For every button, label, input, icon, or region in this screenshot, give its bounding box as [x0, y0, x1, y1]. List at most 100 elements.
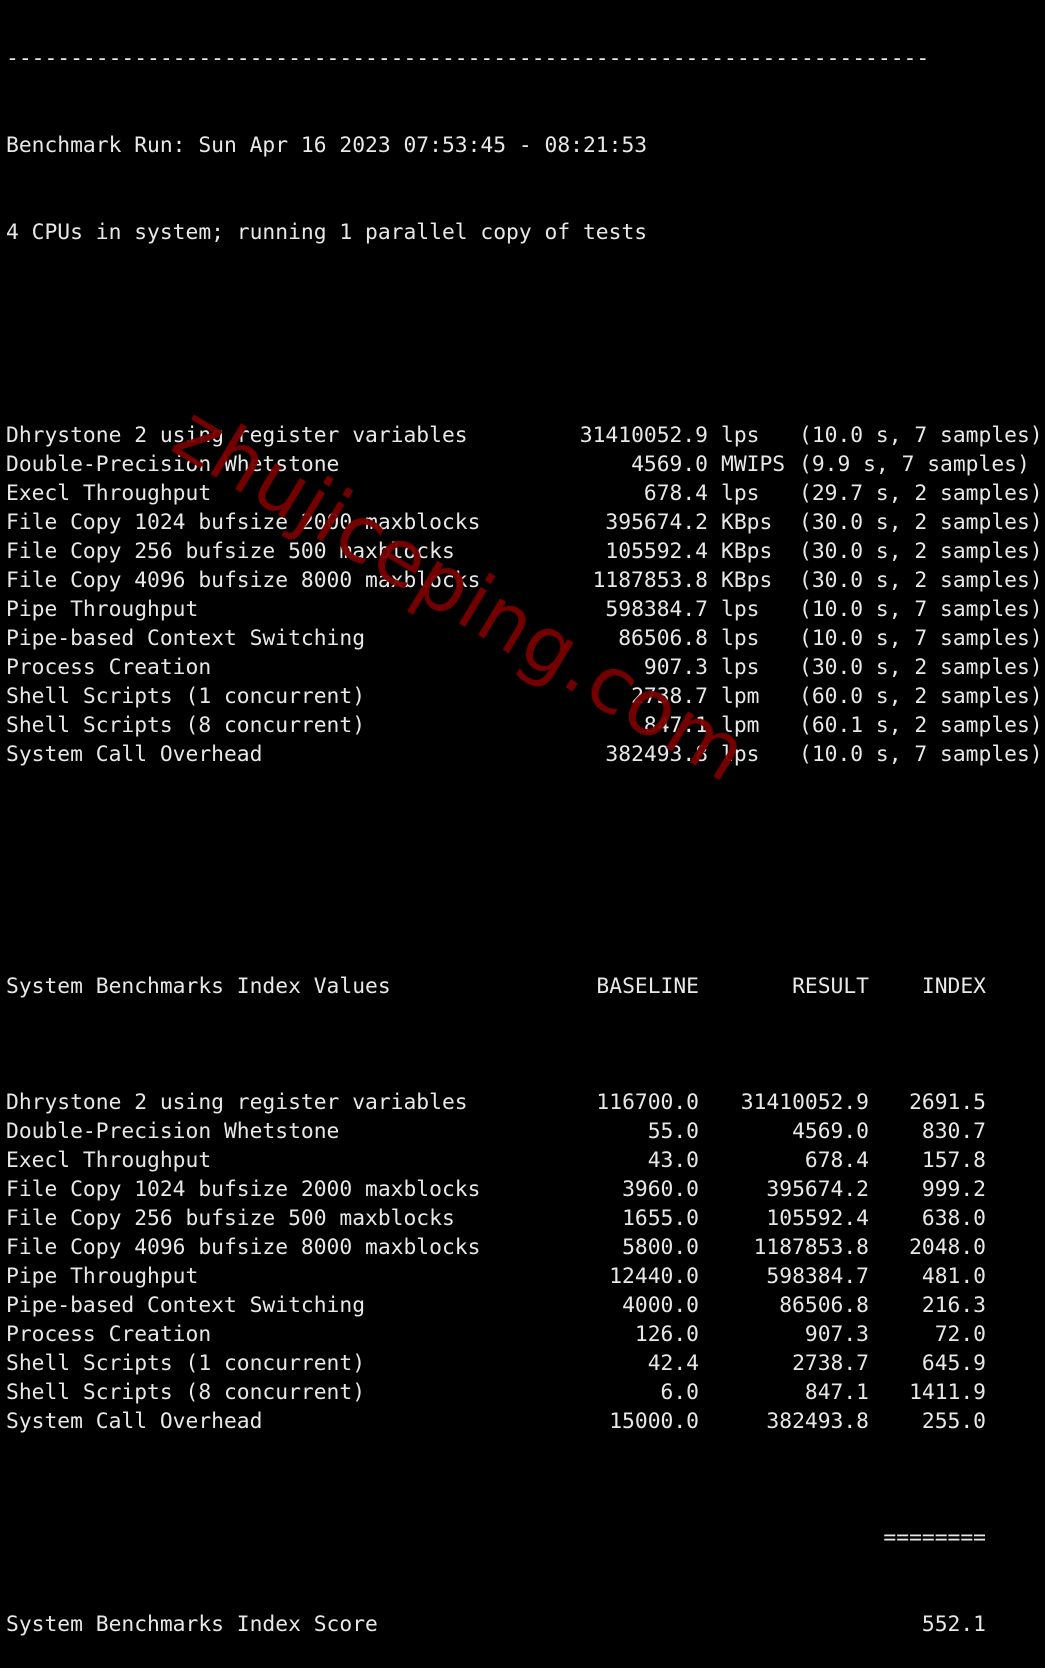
result-row: File Copy 256 bufsize 500 maxblocks 10559…	[6, 537, 1043, 566]
result-row: File Copy 4096 bufsize 8000 maxblocks 118…	[6, 566, 1043, 595]
result-detail: (10.0 s, 7 samples)	[799, 742, 1043, 767]
score-value: 552.1	[921, 1612, 986, 1637]
index-row-result: 86506.8	[779, 1293, 869, 1318]
result-name: Execl Throughput	[6, 481, 212, 506]
result-name: Process Creation	[6, 655, 212, 680]
result-unit: lps	[721, 597, 760, 622]
result-name: System Call Overhead	[6, 742, 263, 767]
result-row: System Call Overhead 382493.8 lps (10.0 s, …	[6, 740, 1043, 769]
index-row-result: 382493.8	[766, 1409, 869, 1434]
result-unit: lps	[721, 423, 760, 448]
score-line: System Benchmarks Index Score 552.1	[6, 1610, 1043, 1639]
index-row-index: 645.9	[921, 1351, 986, 1376]
result-unit: MWIPS	[721, 452, 786, 477]
result-value: 847.1	[643, 713, 708, 738]
index-row: Dhrystone 2 using register variables 1167…	[6, 1088, 1043, 1117]
index-row-result: 847.1	[804, 1380, 869, 1405]
result-detail: (10.0 s, 7 samples)	[799, 423, 1043, 448]
index-row-name: Dhrystone 2 using register variables	[6, 1090, 468, 1115]
result-detail: (30.0 s, 2 samples)	[799, 539, 1043, 564]
index-row-index: 2048.0	[909, 1235, 986, 1260]
index-row: Execl Throughput 43.0 678.4 157.8	[6, 1146, 1043, 1175]
header-result: RESULT	[792, 974, 869, 999]
index-row-name: Shell Scripts (1 concurrent)	[6, 1351, 366, 1376]
result-unit: lps	[721, 655, 760, 680]
result-value: 395674.2	[605, 510, 708, 535]
index-row-baseline: 126.0	[634, 1322, 699, 1347]
index-row-baseline: 43.0	[647, 1148, 699, 1173]
index-row: Shell Scripts (1 concurrent) 42.4 2738.7 64…	[6, 1349, 1043, 1378]
index-row: Pipe-based Context Switching 4000.0 86506.…	[6, 1291, 1043, 1320]
result-detail: (60.0 s, 2 samples)	[799, 684, 1043, 709]
index-row: File Copy 256 bufsize 500 maxblocks 1655.…	[6, 1204, 1043, 1233]
result-row: Pipe Throughput 598384.7 lps (10.0 s, 7 sam…	[6, 595, 1043, 624]
index-row-name: Shell Scripts (8 concurrent)	[6, 1380, 366, 1405]
result-value: 907.3	[643, 655, 708, 680]
result-value: 678.4	[643, 481, 708, 506]
index-row-result: 395674.2	[766, 1177, 869, 1202]
result-row: Pipe-based Context Switching 86506.8 lps (1…	[6, 624, 1043, 653]
result-name: File Copy 256 bufsize 500 maxblocks	[6, 539, 455, 564]
index-row: Process Creation 126.0 907.3 72.0	[6, 1320, 1043, 1349]
result-detail: (10.0 s, 7 samples)	[799, 626, 1043, 651]
index-row-result: 4569.0	[792, 1119, 869, 1144]
result-unit: KBps	[721, 568, 773, 593]
result-unit: lps	[721, 481, 760, 506]
result-row: Shell Scripts (8 concurrent) 847.1 lpm (60.…	[6, 711, 1043, 740]
index-row-baseline: 12440.0	[609, 1264, 699, 1289]
index-row: File Copy 1024 bufsize 2000 maxblocks 396…	[6, 1175, 1043, 1204]
index-row-index: 999.2	[921, 1177, 986, 1202]
index-row-name: Double-Precision Whetstone	[6, 1119, 340, 1144]
index-row-result: 105592.4	[766, 1206, 869, 1231]
result-value: 2738.7	[631, 684, 708, 709]
result-unit: lps	[721, 626, 760, 651]
result-unit: KBps	[721, 539, 773, 564]
result-row: Dhrystone 2 using register variables 3141…	[6, 421, 1043, 450]
index-row-baseline: 116700.0	[596, 1090, 699, 1115]
index-row-baseline: 5800.0	[622, 1235, 699, 1260]
terminal-output: ----------------------------------------…	[6, 0, 1043, 1668]
index-row-index: 638.0	[921, 1206, 986, 1231]
index-row-name: File Copy 256 bufsize 500 maxblocks	[6, 1206, 455, 1231]
index-row-baseline: 6.0	[660, 1380, 699, 1405]
index-row-index: 216.3	[921, 1293, 986, 1318]
index-row-result: 907.3	[804, 1322, 869, 1347]
results-list: Dhrystone 2 using register variables 3141…	[6, 421, 1043, 769]
index-row-result: 1187853.8	[753, 1235, 869, 1260]
total-separator: ========	[883, 1525, 986, 1550]
index-row-index: 255.0	[921, 1409, 986, 1434]
header-baseline: BASELINE	[596, 974, 699, 999]
index-row-name: File Copy 4096 bufsize 8000 maxblocks	[6, 1235, 481, 1260]
index-row-name: Pipe-based Context Switching	[6, 1293, 366, 1318]
result-name: Pipe-based Context Switching	[6, 626, 366, 651]
score-label: System Benchmarks Index Score	[6, 1612, 378, 1637]
result-name: Shell Scripts (8 concurrent)	[6, 713, 366, 738]
result-detail: (30.0 s, 2 samples)	[799, 510, 1043, 535]
result-value: 31410052.9	[579, 423, 708, 448]
result-row: Process Creation 907.3 lps (30.0 s, 2 sampl…	[6, 653, 1043, 682]
result-row: Double-Precision Whetstone 4569.0 MWIPS (9.…	[6, 450, 1043, 479]
run-header: Benchmark Run: Sun Apr 16 2023 07:53:45 …	[6, 133, 648, 158]
index-row-result: 31410052.9	[740, 1090, 869, 1115]
result-unit: lps	[721, 742, 760, 767]
index-row: Pipe Throughput 12440.0 598384.7 481.0	[6, 1262, 1043, 1291]
index-row-result: 678.4	[804, 1148, 869, 1173]
index-row-name: File Copy 1024 bufsize 2000 maxblocks	[6, 1177, 481, 1202]
header-index: INDEX	[921, 974, 986, 999]
index-row-baseline: 3960.0	[622, 1177, 699, 1202]
index-table-title: System Benchmarks Index Values	[6, 974, 391, 999]
index-row-name: Process Creation	[6, 1322, 212, 1347]
result-name: Double-Precision Whetstone	[6, 452, 340, 477]
result-value: 1187853.8	[592, 568, 708, 593]
index-row-name: Execl Throughput	[6, 1148, 212, 1173]
index-row-baseline: 4000.0	[622, 1293, 699, 1318]
result-detail: (10.0 s, 7 samples)	[799, 597, 1043, 622]
index-row-index: 157.8	[921, 1148, 986, 1173]
index-row-name: System Call Overhead	[6, 1409, 263, 1434]
index-row-name: Pipe Throughput	[6, 1264, 199, 1289]
index-row-baseline: 55.0	[647, 1119, 699, 1144]
total-separator-line: ========	[6, 1523, 1043, 1552]
index-row: Shell Scripts (8 concurrent) 6.0 847.1 1411…	[6, 1378, 1043, 1407]
result-row: File Copy 1024 bufsize 2000 maxblocks 395…	[6, 508, 1043, 537]
